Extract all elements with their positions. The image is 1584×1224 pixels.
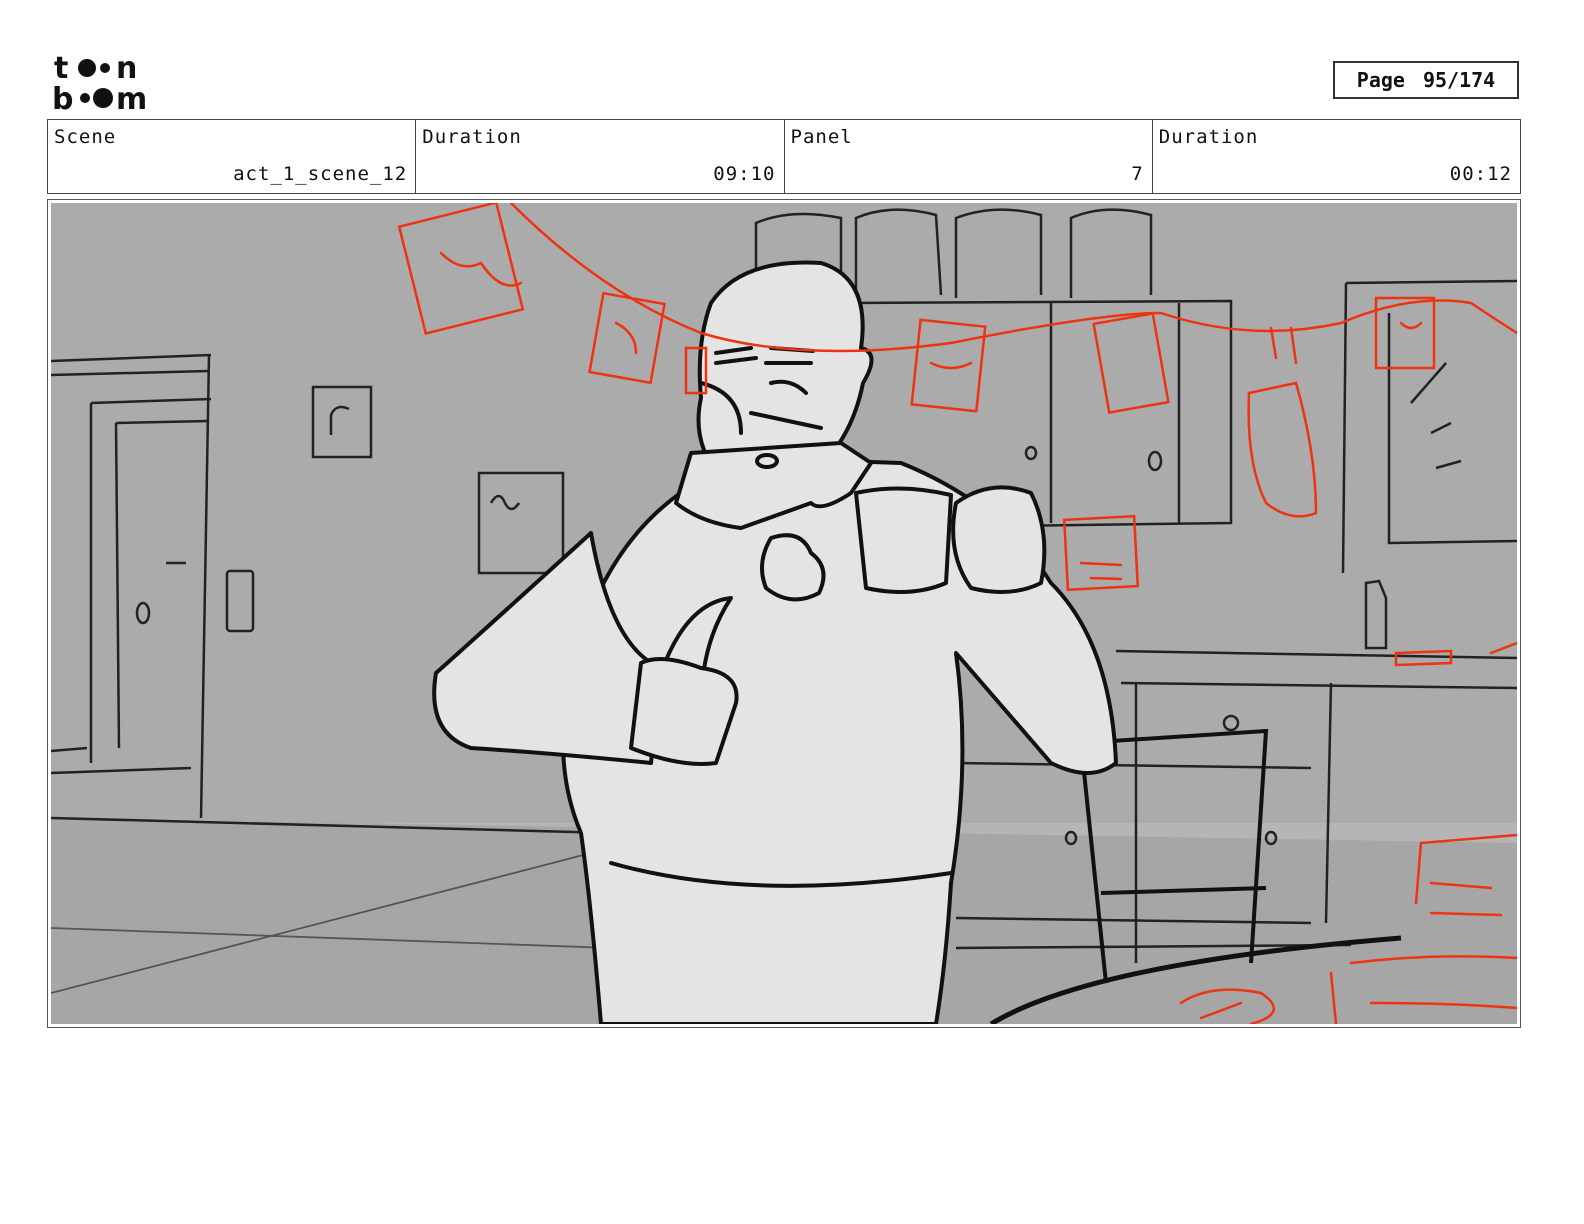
toonboom-logo: t n b m (52, 52, 147, 114)
panel-value: 7 (1131, 163, 1144, 185)
storyboard-panel-frame (47, 199, 1521, 1028)
svg-text:m: m (116, 82, 147, 114)
scene-duration-label: Duration (422, 126, 522, 148)
character-right-hand (951, 485, 1047, 594)
scene-value: act_1_scene_12 (233, 163, 408, 185)
scene-cell: Scene act_1_scene_12 (48, 120, 417, 193)
storyboard-sketch (51, 203, 1517, 1024)
panel-duration-value: 00:12 (1449, 163, 1512, 185)
panel-label: Panel (790, 126, 853, 148)
character-left-hand (629, 657, 739, 766)
page-label: Page (1356, 68, 1405, 92)
scene-duration-cell: Duration 09:10 (416, 120, 785, 193)
svg-text:b: b (52, 82, 73, 114)
panel-duration-cell: Duration 00:12 (1153, 120, 1520, 193)
scene-label: Scene (54, 126, 117, 148)
panel-duration-label: Duration (1158, 126, 1259, 148)
svg-text:n: n (116, 52, 137, 86)
svg-text:t: t (54, 52, 68, 86)
page-number: 95/174 (1422, 68, 1496, 92)
coffee-cup (854, 486, 953, 594)
panel-cell: Panel 7 (785, 120, 1153, 193)
scene-duration-value: 09:10 (713, 163, 776, 185)
scene-info-table: Scene act_1_scene_12 Duration 09:10 Pane… (47, 119, 1521, 194)
page-indicator: Page 95/174 (1333, 61, 1519, 99)
